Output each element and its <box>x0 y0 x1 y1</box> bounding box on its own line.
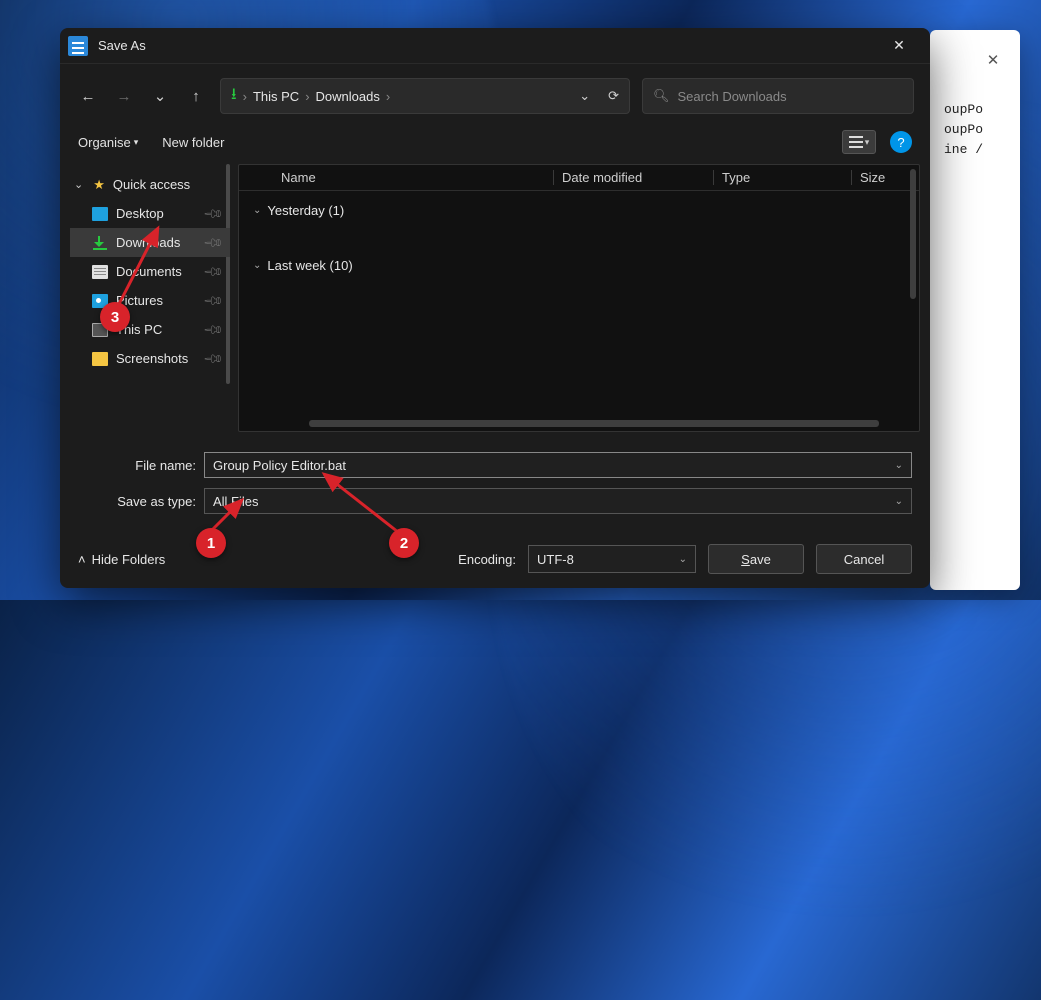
back-button[interactable]: ← <box>76 84 100 108</box>
search-input[interactable]: 🔍︎ Search Downloads <box>642 78 914 114</box>
chevron-down-icon: ▾ <box>865 137 870 148</box>
chevron-up-icon: ˄ <box>78 552 86 567</box>
help-button[interactable]: ? <box>890 131 912 153</box>
file-vertical-scrollbar[interactable] <box>910 169 916 299</box>
new-folder-button[interactable]: New folder <box>162 135 224 150</box>
dialog-title: Save As <box>98 38 146 53</box>
document-icon <box>92 265 108 279</box>
cancel-button[interactable]: Cancel <box>816 544 912 574</box>
save-as-dialog: Save As ✕ ← → ⌄ ↑ ⭳ › This PC › Download… <box>60 28 930 588</box>
column-name[interactable]: Name <box>281 170 553 185</box>
notepad-line: oupPo <box>944 100 1006 120</box>
breadcrumb-segment[interactable]: Downloads <box>316 89 380 104</box>
folder-icon <box>92 352 108 366</box>
app-icon <box>68 36 88 56</box>
chevron-down-icon[interactable]: ⌄ <box>679 554 687 565</box>
file-horizontal-scrollbar[interactable] <box>309 420 879 427</box>
breadcrumb-segment[interactable]: This PC <box>253 89 299 104</box>
notepad-close-icon[interactable]: ✕ <box>980 48 1006 74</box>
breadcrumb[interactable]: ⭳ › This PC › Downloads › ⌄ ⟳ <box>220 78 630 114</box>
chevron-right-icon: › <box>386 89 390 104</box>
pin-icon: 📌︎ <box>202 347 225 370</box>
recent-locations-button[interactable]: ⌄ <box>148 84 172 108</box>
sidebar-item-thispc[interactable]: This PC 📌︎ <box>70 315 230 344</box>
chevron-down-icon: ⌄ <box>74 178 83 191</box>
column-headers[interactable]: Name Date modified Type Size <box>239 165 919 191</box>
download-icon <box>92 236 108 250</box>
notepad-line: oupPo <box>944 120 1006 140</box>
pin-icon: 📌︎ <box>202 318 225 341</box>
refresh-icon[interactable]: ⟳ <box>608 88 619 104</box>
file-name-input[interactable]: Group Policy Editor.bat ⌄ <box>204 452 912 478</box>
file-list-area: Name Date modified Type Size ⌄ Yesterday… <box>238 164 920 432</box>
breadcrumb-dropdown-icon[interactable]: ⌄ <box>579 88 590 104</box>
titlebar: Save As ✕ <box>60 28 930 64</box>
file-group-lastweek[interactable]: ⌄ Last week (10) <box>239 252 919 279</box>
chevron-right-icon: › <box>305 89 309 104</box>
search-icon: 🔍︎ <box>653 88 670 104</box>
hide-folders-button[interactable]: ˄ Hide Folders <box>78 552 165 567</box>
annotation-arrow <box>312 466 412 536</box>
save-type-select[interactable]: All Files ⌄ <box>204 488 912 514</box>
file-group-yesterday[interactable]: ⌄ Yesterday (1) <box>239 197 919 224</box>
organise-menu[interactable]: Organise▾ <box>78 135 138 150</box>
chevron-down-icon: ⌄ <box>253 205 261 216</box>
column-size[interactable]: Size <box>851 170 893 185</box>
annotation-marker-3: 3 <box>100 302 130 332</box>
annotation-arrow <box>114 222 174 312</box>
annotation-marker-1: 1 <box>196 528 226 558</box>
pin-icon: 📌︎ <box>202 260 225 283</box>
chevron-right-icon: › <box>243 89 247 104</box>
desktop-icon <box>92 207 108 221</box>
up-button[interactable]: ↑ <box>184 84 208 108</box>
pin-icon: 📌︎ <box>202 231 225 254</box>
view-options-button[interactable]: ▾ <box>842 130 876 154</box>
forward-button[interactable]: → <box>112 84 136 108</box>
chevron-down-icon[interactable]: ⌄ <box>895 496 903 507</box>
star-icon: ★ <box>93 177 105 193</box>
list-icon <box>849 136 863 148</box>
notepad-line: ine / <box>944 140 1006 160</box>
column-type[interactable]: Type <box>713 170 851 185</box>
search-placeholder: Search Downloads <box>678 89 787 104</box>
chevron-down-icon: ⌄ <box>253 260 261 271</box>
pin-icon: 📌︎ <box>202 202 225 225</box>
annotation-marker-2: 2 <box>389 528 419 558</box>
column-date[interactable]: Date modified <box>553 170 713 185</box>
chevron-down-icon[interactable]: ⌄ <box>895 460 903 471</box>
encoding-select[interactable]: UTF-8 ⌄ <box>528 545 696 573</box>
sidebar-item-screenshots[interactable]: Screenshots 📌︎ <box>70 344 230 373</box>
sidebar-quick-access[interactable]: ⌄ ★ Quick access <box>70 170 230 199</box>
pin-icon: 📌︎ <box>202 289 225 312</box>
save-button[interactable]: Save <box>708 544 804 574</box>
close-button[interactable]: ✕ <box>876 30 922 62</box>
encoding-label: Encoding: <box>458 552 516 567</box>
download-icon: ⭳ <box>231 83 237 110</box>
file-name-label: File name: <box>78 458 204 473</box>
save-type-label: Save as type: <box>78 494 204 509</box>
notepad-window: ✕ oupPo oupPo ine / <box>930 30 1020 590</box>
